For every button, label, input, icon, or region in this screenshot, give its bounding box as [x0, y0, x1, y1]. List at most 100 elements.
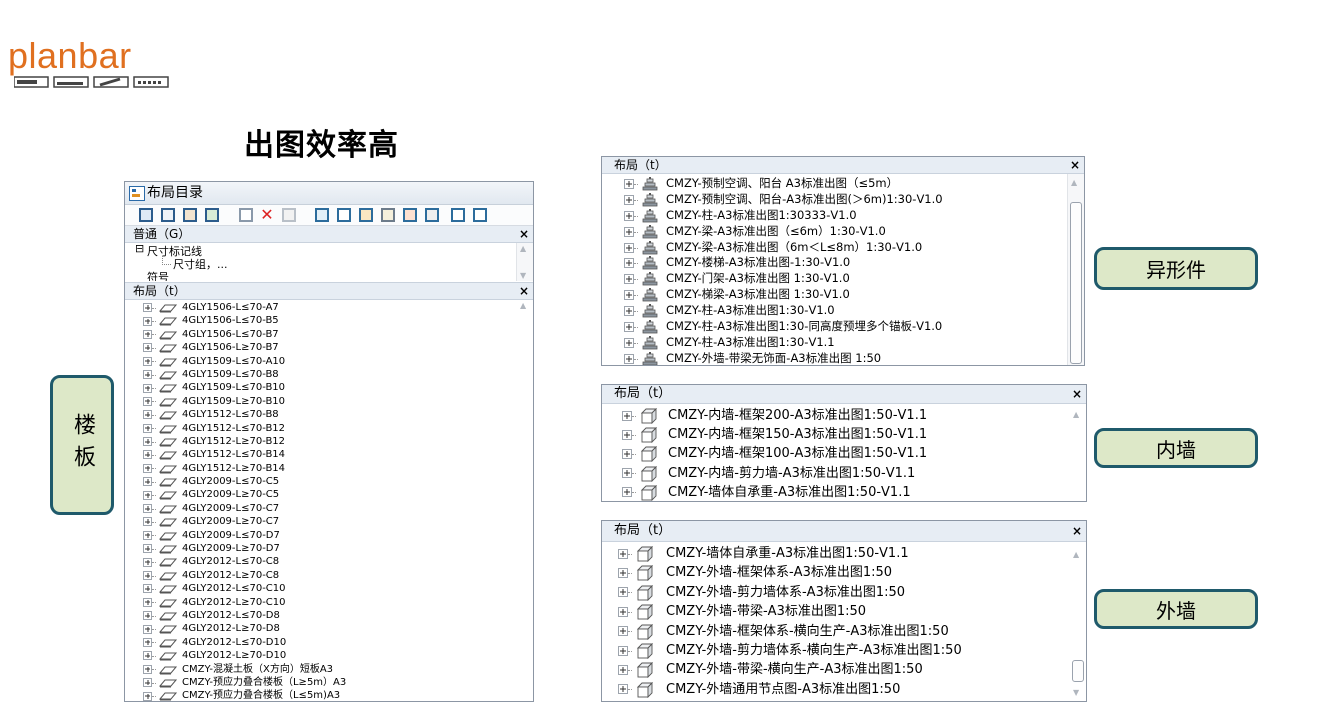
tree-item[interactable]: 4GLY1509-L≤70-A10 — [125, 355, 533, 368]
export-icon[interactable] — [205, 208, 219, 222]
tree-item[interactable]: CMZY-外墙-带梁-A3标准出图1:50 — [602, 602, 1086, 621]
expand-icon[interactable] — [143, 597, 152, 607]
expand-icon[interactable] — [143, 544, 152, 554]
tree-item[interactable]: CMZY-楼梯-A3标准出图-1:30-V1.0 — [602, 255, 1084, 271]
close-icon[interactable]: × — [1072, 385, 1082, 403]
import-icon[interactable] — [183, 208, 197, 222]
expand-icon[interactable] — [143, 463, 152, 473]
expand-icon[interactable] — [624, 274, 634, 285]
expand-icon[interactable] — [143, 557, 152, 567]
expand-icon[interactable] — [624, 306, 634, 317]
tree-item[interactable]: CMZY-内墙-框架200-A3标准出图1:50-V1.1 — [602, 406, 1086, 425]
expand-icon[interactable] — [143, 691, 152, 701]
tree-item[interactable]: 4GLY1509-L≤70-B8 — [125, 368, 533, 381]
tree-item[interactable]: CMZY-内墙-剪力墙-A3标准出图1:50-V1.1 — [602, 464, 1086, 483]
tree-item[interactable]: CMZY-预制空调、阳台 A3标准出图（≤5m） — [602, 176, 1084, 192]
expand-icon[interactable] — [143, 303, 152, 313]
layout-open-icon[interactable] — [337, 208, 351, 222]
close-icon[interactable]: × — [519, 226, 529, 242]
tree-item[interactable]: 4GLY1512-L≤70-B14 — [125, 448, 533, 461]
expand-icon[interactable] — [143, 316, 152, 326]
expand-icon[interactable] — [143, 571, 152, 580]
expand-icon[interactable] — [143, 504, 152, 514]
tree-item[interactable]: 4GLY1512-L≤70-B8 — [125, 408, 533, 421]
tree-item[interactable]: CMZY-外墙-剪力墙体系-横向生产-A3标准出图1:50 — [602, 641, 1086, 660]
expand-icon[interactable] — [143, 423, 152, 433]
expand-icon[interactable] — [143, 490, 152, 500]
tree-item[interactable]: CMZY-外墙通用节点图-A3标准出图1:50 — [602, 680, 1086, 699]
special-scrollbar[interactable]: ▲ — [1067, 174, 1084, 365]
expand-icon[interactable] — [143, 383, 152, 393]
tree-item[interactable]: 4GLY2012-L≥70-D8 — [125, 622, 533, 635]
expand-icon[interactable] — [618, 606, 628, 617]
home-icon[interactable] — [359, 208, 373, 222]
tree-item[interactable]: 4GLY2009-L≤70-C5 — [125, 475, 533, 488]
tree-item[interactable]: CMZY-预应力叠合楼板（L≤5m)A3 — [125, 689, 533, 701]
expand-icon[interactable] — [143, 356, 152, 366]
copy-icon[interactable] — [239, 208, 253, 222]
scroll-up-icon[interactable]: ▲ — [520, 244, 526, 253]
tree-item[interactable]: 4GLY2009-L≤70-D7 — [125, 529, 533, 542]
expand-icon[interactable] — [143, 437, 152, 447]
outer-scrollbar[interactable]: ▲ ▼ — [1070, 542, 1086, 701]
expand-icon[interactable] — [624, 290, 634, 301]
layout-scrollbar[interactable]: ▲ — [517, 300, 533, 700]
tree-item[interactable]: 4GLY1512-L≥70-B12 — [125, 435, 533, 448]
expand-icon[interactable] — [624, 210, 634, 221]
tree-item[interactable]: 4GLY2012-L≥70-C10 — [125, 596, 533, 609]
expand-icon[interactable] — [622, 487, 632, 498]
scroll-down-icon[interactable]: ▼ — [520, 271, 526, 280]
expand-icon[interactable] — [143, 477, 152, 487]
tree-item[interactable]: 4GLY2012-L≤70-C10 — [125, 582, 533, 595]
expand-icon[interactable] — [624, 226, 634, 237]
expand-icon[interactable] — [143, 664, 152, 674]
page-icon[interactable] — [451, 208, 465, 222]
tree-item[interactable]: 4GLY2012-L≤70-C8 — [125, 555, 533, 568]
tree-item-dimension-group[interactable]: 尺寸组，... — [173, 256, 228, 272]
tree-item[interactable]: 4GLY2012-L≤70-D8 — [125, 609, 533, 622]
expand-icon[interactable] — [624, 258, 634, 269]
tree-item[interactable]: CMZY-内墙-框架150-A3标准出图1:50-V1.1 — [602, 425, 1086, 444]
expand-icon[interactable] — [143, 624, 152, 634]
close-icon[interactable]: × — [1072, 521, 1082, 541]
expand-icon[interactable] — [618, 568, 628, 579]
tree-item[interactable]: 4GLY2012-L≤70-D10 — [125, 636, 533, 649]
tree-item[interactable]: 4GLY2009-L≥70-C7 — [125, 515, 533, 528]
tree-item[interactable]: CMZY-外墙-带梁无饰面-A3标准出图 1:50 — [602, 351, 1084, 365]
tree-item[interactable]: CMZY-门架-A3标准出图 1:30-V1.0 — [602, 271, 1084, 287]
tree-item[interactable]: 4GLY2012-L≥70-C8 — [125, 569, 533, 582]
expand-icon[interactable] — [622, 429, 632, 440]
expand-icon[interactable] — [143, 651, 152, 661]
tree-item[interactable]: 4GLY1506-L≤70-B5 — [125, 314, 533, 327]
expand-icon[interactable] — [618, 645, 628, 656]
tree-item[interactable]: 4GLY2012-L≥70-D10 — [125, 649, 533, 662]
expand-icon[interactable] — [143, 450, 152, 460]
tree-item[interactable]: CMZY-外墙-框架体系-横向生产-A3标准出图1:50 — [602, 622, 1086, 641]
save-icon[interactable] — [139, 208, 153, 222]
tree-item[interactable]: CMZY-混凝土板（X方向）短板A3 — [125, 663, 533, 676]
tree-item[interactable]: 4GLY2009-L≤70-C7 — [125, 502, 533, 515]
expand-icon[interactable] — [618, 548, 628, 559]
scroll-up-icon[interactable]: ▲ — [1073, 550, 1079, 559]
expand-icon[interactable] — [618, 665, 628, 676]
save-as-icon[interactable] — [161, 208, 175, 222]
list-icon[interactable] — [473, 208, 487, 222]
scroll-thumb[interactable] — [1072, 660, 1084, 682]
expand-icon[interactable] — [622, 468, 632, 479]
tree-item[interactable]: 4GLY2009-L≥70-D7 — [125, 542, 533, 555]
folder-icon[interactable] — [381, 208, 395, 222]
expand-icon[interactable] — [618, 626, 628, 637]
scroll-down-icon[interactable]: ▼ — [1073, 688, 1079, 697]
tree-item[interactable]: CMZY-梯梁-A3标准出图 1:30-V1.0 — [602, 287, 1084, 303]
expand-icon[interactable] — [618, 587, 628, 598]
tree-item[interactable]: CMZY-柱-A3标准出图1:30-同高度预埋多个锚板-V1.0 — [602, 319, 1084, 335]
tree-item[interactable]: CMZY-柱-A3标准出图1:30-V1.0 — [602, 303, 1084, 319]
expand-icon[interactable] — [143, 637, 152, 647]
tree-item-symbol[interactable]: ⊟ 符号 — [147, 269, 169, 281]
expand-icon[interactable] — [143, 410, 152, 420]
expand-icon[interactable] — [143, 584, 152, 594]
expand-icon[interactable] — [622, 448, 632, 459]
expand-icon[interactable] — [143, 396, 152, 406]
tree-item[interactable]: 4GLY1512-L≤70-B12 — [125, 422, 533, 435]
tree-item[interactable]: CMZY-外墙-带梁-横向生产-A3标准出图1:50 — [602, 660, 1086, 679]
